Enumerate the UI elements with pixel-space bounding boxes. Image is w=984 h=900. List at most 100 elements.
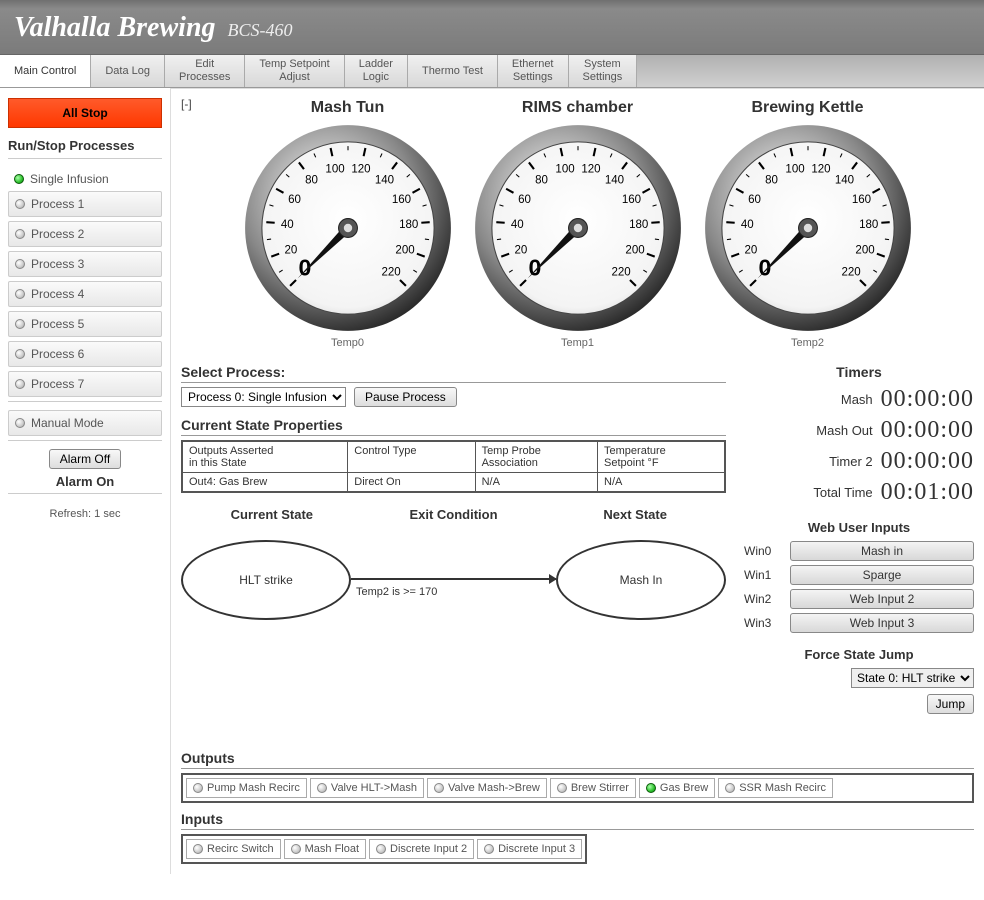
timer-value: 00:00:00 xyxy=(881,448,974,475)
manual-mode-button[interactable]: Manual Mode xyxy=(8,410,162,436)
timer-row: Timer 200:00:00 xyxy=(744,448,974,475)
web-input-button[interactable]: Sparge xyxy=(790,565,974,585)
svg-text:100: 100 xyxy=(785,164,804,176)
svg-text:60: 60 xyxy=(748,194,761,206)
process-label: Process 2 xyxy=(31,227,84,241)
divider xyxy=(8,158,162,159)
gauge-dial: 020406080100120140160180200220 xyxy=(473,123,683,333)
led-icon xyxy=(557,783,567,793)
state-label-next: Next State xyxy=(544,507,726,522)
table-header: Outputs Assertedin this State xyxy=(182,441,348,473)
tab-ladder-logic[interactable]: LadderLogic xyxy=(345,55,408,87)
table-header: Control Type xyxy=(348,441,475,473)
tab-ethernet-settings[interactable]: EthernetSettings xyxy=(498,55,569,87)
tab-data-log[interactable]: Data Log xyxy=(91,55,165,87)
svg-text:40: 40 xyxy=(510,219,523,231)
inputs-title: Inputs xyxy=(181,811,974,830)
process-item[interactable]: Process 2 xyxy=(8,221,162,247)
led-icon xyxy=(646,783,656,793)
timer-row: Total Time00:01:00 xyxy=(744,479,974,506)
all-stop-button[interactable]: All Stop xyxy=(8,98,162,128)
tab-temp-setpoint-adjust[interactable]: Temp SetpointAdjust xyxy=(245,55,344,87)
io-item[interactable]: Mash Float xyxy=(284,839,366,859)
timer-name: Mash xyxy=(744,392,881,407)
io-item[interactable]: Discrete Input 2 xyxy=(369,839,474,859)
web-input-button[interactable]: Web Input 3 xyxy=(790,613,974,633)
io-item[interactable]: Valve HLT->Mash xyxy=(310,778,424,798)
tab-thermo-test[interactable]: Thermo Test xyxy=(408,55,498,87)
io-item[interactable]: Valve Mash->Brew xyxy=(427,778,547,798)
io-item[interactable]: Pump Mash Recirc xyxy=(186,778,307,798)
web-input-id: Win2 xyxy=(744,592,782,606)
web-input-button[interactable]: Web Input 2 xyxy=(790,589,974,609)
web-input-row: Win1 Sparge xyxy=(744,565,974,585)
gauge-temp0: Mash Tun020406080100120140160180200220Te… xyxy=(243,99,453,349)
table-cell: N/A xyxy=(598,473,725,493)
divider xyxy=(8,440,162,441)
io-label: Mash Float xyxy=(305,843,359,855)
process-item[interactable]: Process 7 xyxy=(8,371,162,397)
io-label: Recirc Switch xyxy=(207,843,274,855)
collapse-toggle[interactable]: [-] xyxy=(181,97,192,111)
select-process-label: Select Process: xyxy=(181,364,726,383)
led-icon xyxy=(15,418,25,428)
io-item[interactable]: Recirc Switch xyxy=(186,839,281,859)
web-input-button[interactable]: Mash in xyxy=(790,541,974,561)
table-cell: N/A xyxy=(475,473,597,493)
tab-edit-processes[interactable]: EditProcesses xyxy=(165,55,245,87)
io-item[interactable]: Gas Brew xyxy=(639,778,715,798)
active-process-label: Single Infusion xyxy=(30,172,109,186)
web-input-id: Win1 xyxy=(744,568,782,582)
svg-text:160: 160 xyxy=(851,194,870,206)
io-item[interactable]: SSR Mash Recirc xyxy=(718,778,833,798)
current-state-props-table: Outputs Assertedin this StateControl Typ… xyxy=(181,440,726,493)
process-item[interactable]: Process 5 xyxy=(8,311,162,337)
web-input-row: Win3 Web Input 3 xyxy=(744,613,974,633)
process-select[interactable]: Process 0: Single Infusion xyxy=(181,387,346,407)
svg-text:200: 200 xyxy=(855,245,874,257)
led-icon xyxy=(15,349,25,359)
arrow-icon xyxy=(351,578,556,580)
led-icon xyxy=(725,783,735,793)
svg-text:60: 60 xyxy=(288,194,301,206)
gauge-dial: 020406080100120140160180200220 xyxy=(243,123,453,333)
timer-name: Total Time xyxy=(744,485,881,500)
web-inputs-title: Web User Inputs xyxy=(744,520,974,535)
gauge-title: Brewing Kettle xyxy=(703,99,913,117)
tab-bar: Main ControlData LogEditProcessesTemp Se… xyxy=(0,54,984,88)
jump-button[interactable]: Jump xyxy=(927,694,974,714)
led-icon xyxy=(317,783,327,793)
web-input-id: Win3 xyxy=(744,616,782,630)
svg-text:200: 200 xyxy=(625,245,644,257)
pause-process-button[interactable]: Pause Process xyxy=(354,387,457,407)
alarm-off-button[interactable]: Alarm Off xyxy=(49,449,121,469)
web-input-row: Win0Mash in xyxy=(744,541,974,561)
gauge-temp2: Brewing Kettle02040608010012014016018020… xyxy=(703,99,913,349)
force-jump-select[interactable]: State 0: HLT strike xyxy=(851,668,974,688)
timer-row: Mash00:00:00 xyxy=(744,386,974,413)
process-item[interactable]: Process 1 xyxy=(8,191,162,217)
svg-text:160: 160 xyxy=(391,194,410,206)
tab-system-settings[interactable]: SystemSettings xyxy=(569,55,638,87)
main-panel: [-] Mash Tun0204060801001201401601802002… xyxy=(170,88,984,874)
timer-name: Mash Out xyxy=(744,423,881,438)
divider xyxy=(8,493,162,494)
led-icon xyxy=(484,844,494,854)
active-process-item[interactable]: Single Infusion xyxy=(8,167,162,191)
gauge-label: Temp2 xyxy=(703,337,913,349)
led-icon xyxy=(193,783,203,793)
process-item[interactable]: Process 6 xyxy=(8,341,162,367)
svg-text:60: 60 xyxy=(518,194,531,206)
process-label: Process 7 xyxy=(31,377,84,391)
table-header: TemperatureSetpoint °F xyxy=(598,441,725,473)
manual-mode-label: Manual Mode xyxy=(31,416,104,430)
state-label-current: Current State xyxy=(181,507,363,522)
process-item[interactable]: Process 4 xyxy=(8,281,162,307)
io-item[interactable]: Brew Stirrer xyxy=(550,778,636,798)
process-item[interactable]: Process 3 xyxy=(8,251,162,277)
svg-text:120: 120 xyxy=(581,164,600,176)
tab-main-control[interactable]: Main Control xyxy=(0,55,91,87)
io-item[interactable]: Discrete Input 3 xyxy=(477,839,582,859)
table-cell: Out4: Gas Brew xyxy=(182,473,348,493)
timer-value: 00:00:00 xyxy=(881,386,974,413)
